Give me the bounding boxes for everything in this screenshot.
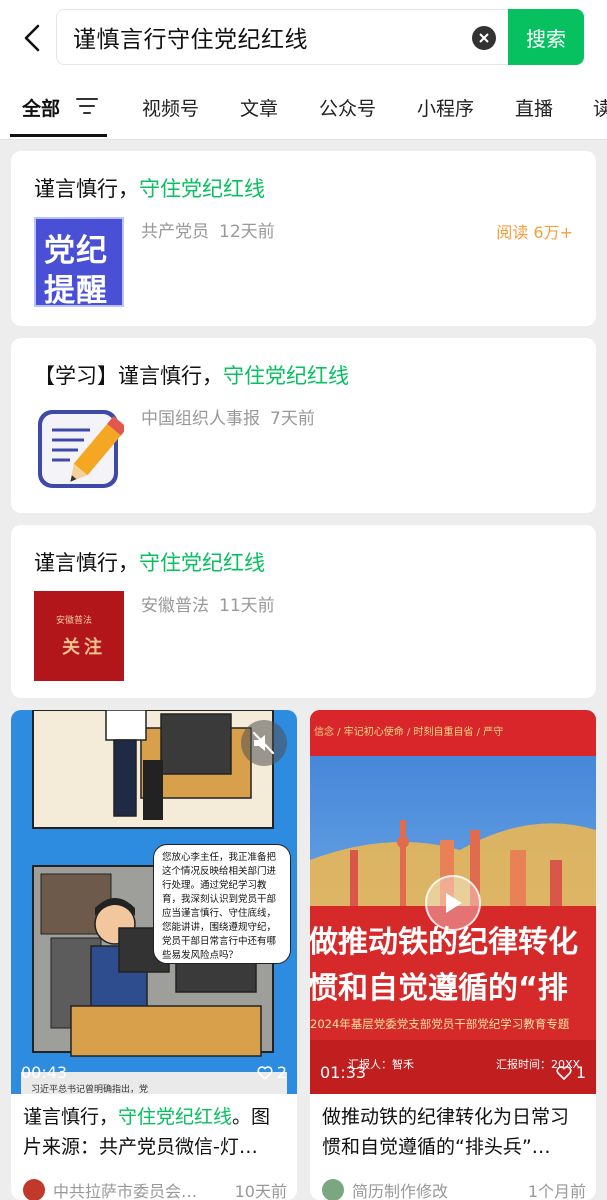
article-result-card[interactable]: 谨言慎行，守住党纪红线 党纪 提醒 共产党员 12天前 阅读 6万+ [11,151,596,326]
search-query: 谨慎言行守住党纪红线 [73,27,308,53]
video-duration: 00:43 [21,1063,68,1082]
tab-articles[interactable]: 文章 [240,94,278,121]
article-thumbnail: 党纪 提醒 [34,217,124,307]
tab-mini-programs[interactable]: 小程序 [417,94,474,121]
video-likes: 2 [257,1063,287,1082]
chevron-left-icon [24,24,40,52]
clear-icon[interactable] [472,26,496,50]
heart-icon [556,1065,572,1080]
tab-channels[interactable]: 视频号 [142,94,199,121]
poster-banner-text: 信念 / 牢记初心使命 / 时刻自重自省 / 严守 [310,710,596,756]
search-input[interactable]: 谨慎言行守住党纪红线 [56,9,508,65]
poster-subtitle: 2024年基层党委党支部党员干部党纪学习教育专题 [310,1017,570,1031]
article-result-card[interactable]: 谨言慎行，守住党纪红线 安徽普法 关注 安徽普法 11天前 [11,525,596,698]
heart-icon [257,1065,273,1080]
article-thumbnail: 安徽普法 关注 [34,591,124,681]
comic-speech-bubble: 您放心李主任，我正准备把这个情况反映给相关部门进行处理。通过党纪学习教育，我深刻… [153,844,291,964]
divider [0,139,607,140]
tab-all[interactable]: 全部 [22,94,60,121]
tab-read[interactable]: 读 [593,94,607,121]
video-title: 做推动铁的纪律转化为日常习惯和自觉遵循的“排头兵”… [322,1106,570,1158]
video-likes: 1 [556,1063,586,1082]
article-thumbnail [34,404,124,494]
poster-headline: 做推动铁的纪律转化 惯和自觉遵循的“排 [310,925,578,1006]
back-button[interactable] [14,18,50,58]
video-title: 谨言慎行，守住党纪红线。图片来源：共产党员微信-灯… [23,1106,271,1158]
video-thumbnail[interactable]: 信念 / 牢记初心使命 / 时刻自重自省 / 严守 做推动铁的纪律转化 惯和自觉… [310,710,596,1094]
mute-icon[interactable] [241,720,287,766]
tab-official-accounts[interactable]: 公众号 [319,94,376,121]
avatar [322,1179,344,1200]
search-button[interactable]: 搜索 [508,9,584,65]
video-duration: 01:33 [320,1063,367,1082]
comic-caption: 习近平总书记曾明确指出，党 [31,1085,149,1094]
article-title: 【学习】谨言慎行，守住党纪红线 [34,364,349,388]
video-source: 中共拉萨市委员会… 10天前 [23,1176,287,1200]
article-source: 共产党员 12天前 [141,222,275,242]
video-result-card[interactable]: 您放心李主任，我正准备把这个情况反映给相关部门进行处理。通过党纪学习教育，我深刻… [11,710,297,1200]
video-result-card[interactable]: 信念 / 牢记初心使命 / 时刻自重自省 / 严守 做推动铁的纪律转化 惯和自觉… [310,710,596,1200]
filter-icon[interactable] [76,97,98,115]
article-source: 安徽普法 11天前 [141,596,275,616]
video-source: 简历制作修改 1个月前 [322,1176,586,1200]
active-tab-indicator [10,134,107,137]
search-header: 谨慎言行守住党纪红线 搜索 [0,0,607,76]
article-title: 谨言慎行，守住党纪红线 [34,551,265,575]
read-count: 阅读 6万+ [496,223,573,242]
tab-live[interactable]: 直播 [515,94,553,121]
article-result-card[interactable]: 【学习】谨言慎行，守住党纪红线 中国组织人事报 7天前 [11,338,596,513]
notepad-pencil-icon [38,410,124,488]
article-source: 中国组织人事报 7天前 [141,409,315,429]
video-thumbnail[interactable]: 您放心李主任，我正准备把这个情况反映给相关部门进行处理。通过党纪学习教育，我深刻… [11,710,297,1094]
play-icon[interactable] [425,875,481,931]
avatar [23,1179,45,1200]
article-title: 谨言慎行，守住党纪红线 [34,177,265,201]
